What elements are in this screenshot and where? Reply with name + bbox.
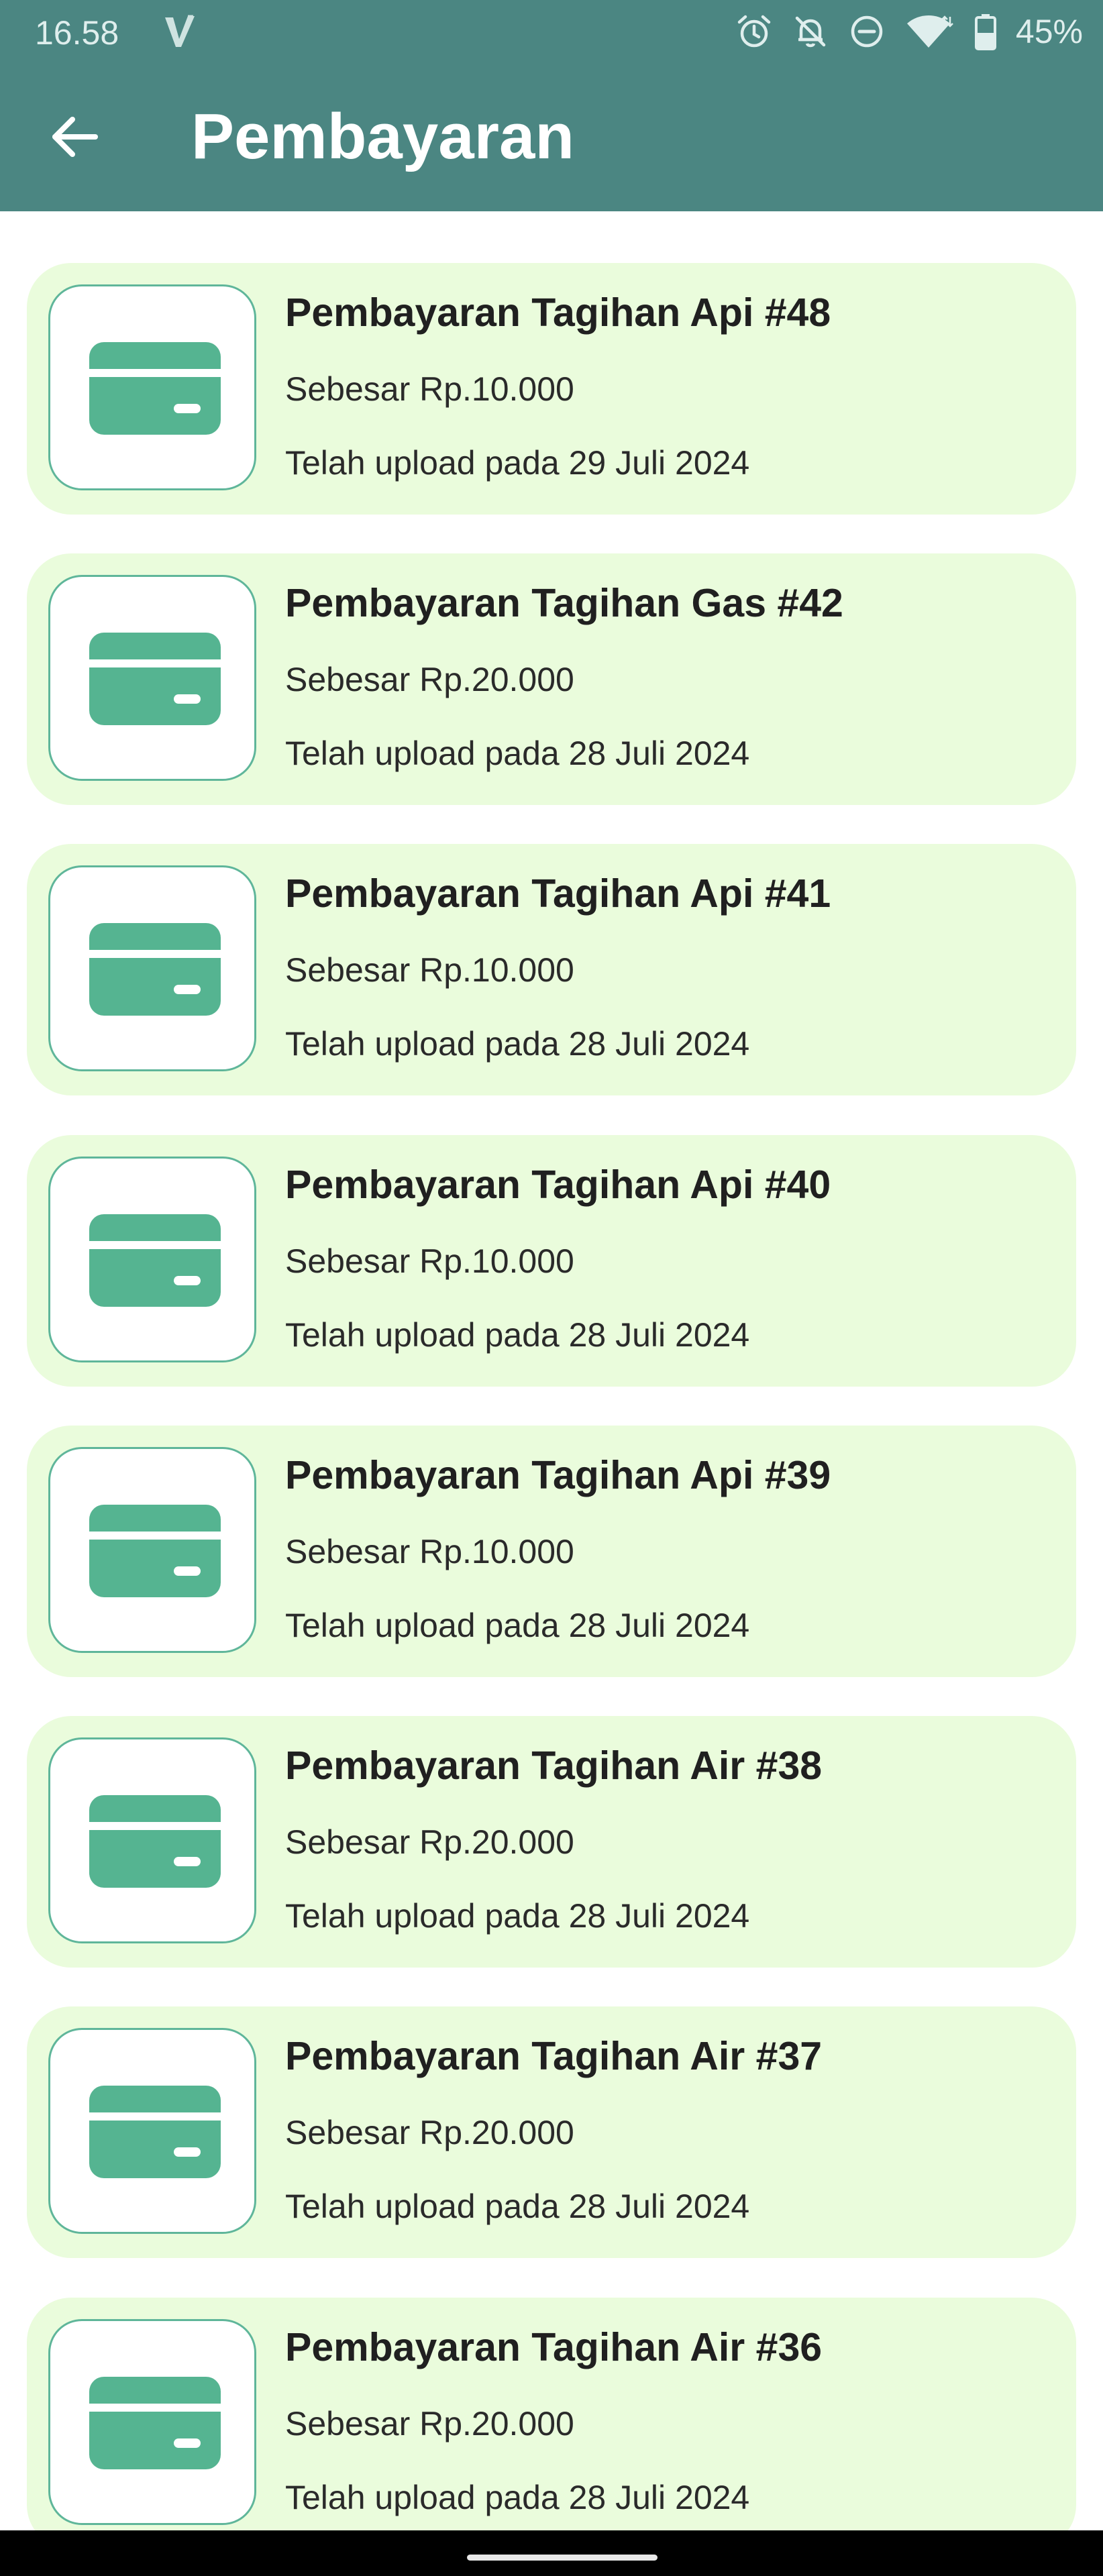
battery-percentage: 45% bbox=[1015, 13, 1083, 50]
credit-card-icon bbox=[89, 342, 221, 435]
home-indicator[interactable] bbox=[467, 2555, 658, 2561]
payment-date: Telah upload pada 29 Juli 2024 bbox=[285, 444, 750, 482]
navigation-bar bbox=[0, 2530, 1103, 2576]
bell-off-icon bbox=[792, 13, 829, 50]
payment-title: Pembayaran Tagihan Air #36 bbox=[285, 2325, 823, 2369]
do-not-disturb-icon bbox=[848, 13, 886, 50]
payment-card[interactable]: Pembayaran Tagihan Air #36 Sebesar Rp.20… bbox=[27, 2298, 1076, 2530]
credit-card-icon bbox=[89, 1214, 221, 1307]
payment-title: Pembayaran Tagihan Api #40 bbox=[285, 1163, 831, 1207]
credit-card-icon bbox=[89, 2377, 221, 2469]
credit-card-icon bbox=[89, 633, 221, 725]
payment-date: Telah upload pada 28 Juli 2024 bbox=[285, 2188, 750, 2225]
payment-date: Telah upload pada 28 Juli 2024 bbox=[285, 2479, 750, 2516]
payment-list[interactable]: Pembayaran Tagihan Api #48 Sebesar Rp.10… bbox=[0, 263, 1103, 2530]
payment-title: Pembayaran Tagihan Air #38 bbox=[285, 1743, 823, 1788]
payment-card[interactable]: Pembayaran Tagihan Air #37 Sebesar Rp.20… bbox=[27, 2006, 1076, 2258]
payment-card[interactable]: Pembayaran Tagihan Gas #42 Sebesar Rp.20… bbox=[27, 553, 1076, 805]
card-icon-box bbox=[48, 1447, 256, 1653]
payment-date: Telah upload pada 28 Juli 2024 bbox=[285, 1316, 750, 1354]
payment-card[interactable]: Pembayaran Tagihan Api #41 Sebesar Rp.10… bbox=[27, 844, 1076, 1095]
payment-card[interactable]: Pembayaran Tagihan Api #39 Sebesar Rp.10… bbox=[27, 1426, 1076, 1677]
payment-title: Pembayaran Tagihan Api #48 bbox=[285, 290, 831, 335]
payment-title: Pembayaran Tagihan Air #37 bbox=[285, 2034, 823, 2078]
payment-card[interactable]: Pembayaran Tagihan Api #48 Sebesar Rp.10… bbox=[27, 263, 1076, 515]
payment-date: Telah upload pada 28 Juli 2024 bbox=[285, 735, 750, 772]
payment-card[interactable]: Pembayaran Tagihan Air #38 Sebesar Rp.20… bbox=[27, 1716, 1076, 1968]
credit-card-icon bbox=[89, 1505, 221, 1597]
payment-card[interactable]: Pembayaran Tagihan Api #40 Sebesar Rp.10… bbox=[27, 1135, 1076, 1387]
payment-title: Pembayaran Tagihan Api #41 bbox=[285, 871, 831, 916]
back-button[interactable] bbox=[40, 103, 107, 170]
payment-amount: Sebesar Rp.10.000 bbox=[285, 370, 574, 408]
alarm-icon bbox=[735, 13, 773, 50]
payment-amount: Sebesar Rp.10.000 bbox=[285, 1533, 574, 1570]
payment-amount: Sebesar Rp.10.000 bbox=[285, 951, 574, 989]
app-bar: Pembayaran bbox=[0, 66, 1103, 211]
status-icons: 45% bbox=[735, 9, 1083, 54]
status-bar: 16.58 45% bbox=[0, 0, 1103, 66]
payment-date: Telah upload pada 28 Juli 2024 bbox=[285, 1025, 750, 1063]
credit-card-icon bbox=[89, 2086, 221, 2178]
card-icon-box bbox=[48, 1737, 256, 1943]
vpn-v-icon bbox=[161, 12, 201, 52]
card-icon-box bbox=[48, 2028, 256, 2234]
payment-amount: Sebesar Rp.20.000 bbox=[285, 661, 574, 698]
credit-card-icon bbox=[89, 923, 221, 1016]
payment-amount: Sebesar Rp.20.000 bbox=[285, 1823, 574, 1861]
credit-card-icon bbox=[89, 1795, 221, 1888]
payment-amount: Sebesar Rp.20.000 bbox=[285, 2405, 574, 2443]
payment-title: Pembayaran Tagihan Gas #42 bbox=[285, 581, 843, 625]
payment-amount: Sebesar Rp.20.000 bbox=[285, 2114, 574, 2151]
payment-date: Telah upload pada 28 Juli 2024 bbox=[285, 1607, 750, 1644]
payment-amount: Sebesar Rp.10.000 bbox=[285, 1242, 574, 1280]
card-icon-box bbox=[48, 2319, 256, 2525]
card-icon-box bbox=[48, 284, 256, 490]
battery-icon bbox=[974, 13, 997, 50]
payment-date: Telah upload pada 28 Juli 2024 bbox=[285, 1897, 750, 1935]
arrow-left-icon bbox=[52, 117, 98, 157]
page-title: Pembayaran bbox=[191, 101, 574, 172]
card-icon-box bbox=[48, 865, 256, 1071]
wifi-icon bbox=[904, 13, 955, 50]
status-time: 16.58 bbox=[35, 14, 119, 52]
card-icon-box bbox=[48, 1157, 256, 1362]
payment-title: Pembayaran Tagihan Api #39 bbox=[285, 1453, 831, 1497]
card-icon-box bbox=[48, 575, 256, 781]
